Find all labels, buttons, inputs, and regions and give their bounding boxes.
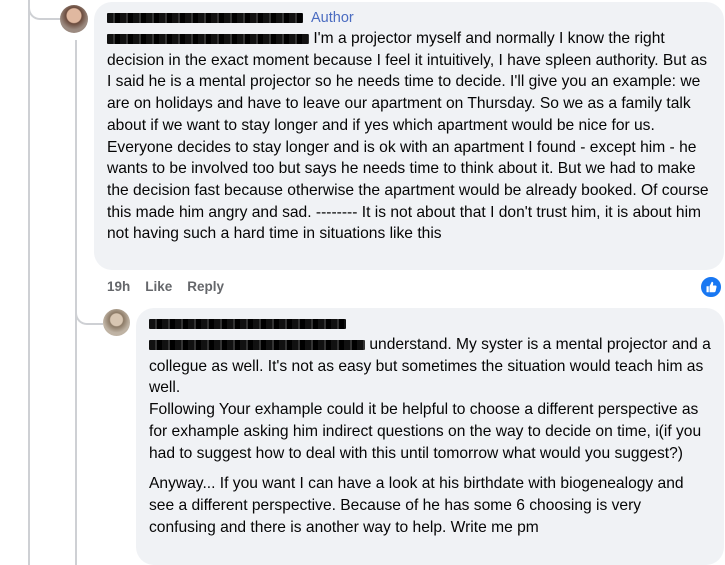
avatar[interactable] (103, 309, 130, 336)
author-badge: Author (311, 10, 354, 26)
avatar[interactable] (60, 5, 88, 33)
thumbs-up-icon[interactable] (699, 275, 723, 299)
reply-button[interactable]: Reply (187, 279, 224, 294)
redacted-author-name[interactable] (107, 13, 303, 23)
like-button[interactable]: Like (145, 279, 172, 294)
redacted-mention[interactable] (107, 33, 309, 44)
thread-connector-reply (75, 295, 103, 325)
reply-paragraph-3: Anyway... If you want I can have a look … (149, 475, 684, 536)
reply-paragraph-2: Following Your exhample could it be help… (149, 401, 702, 462)
redacted-author-name[interactable] (149, 319, 346, 329)
thread-line-outer (28, 0, 30, 565)
comment-bubble: Author I'm a projector myself and normal… (94, 2, 724, 270)
comment-actions: 19h Like Reply (107, 279, 224, 294)
timestamp[interactable]: 19h (107, 279, 130, 294)
reply-bubble: understand. My syster is a mental projec… (136, 308, 724, 565)
comment-text: I'm a projector myself and normally I kn… (107, 30, 709, 243)
reply-text: understand. My syster is a mental projec… (149, 334, 712, 538)
thread-connector (28, 0, 60, 20)
redacted-mention[interactable] (149, 339, 365, 350)
